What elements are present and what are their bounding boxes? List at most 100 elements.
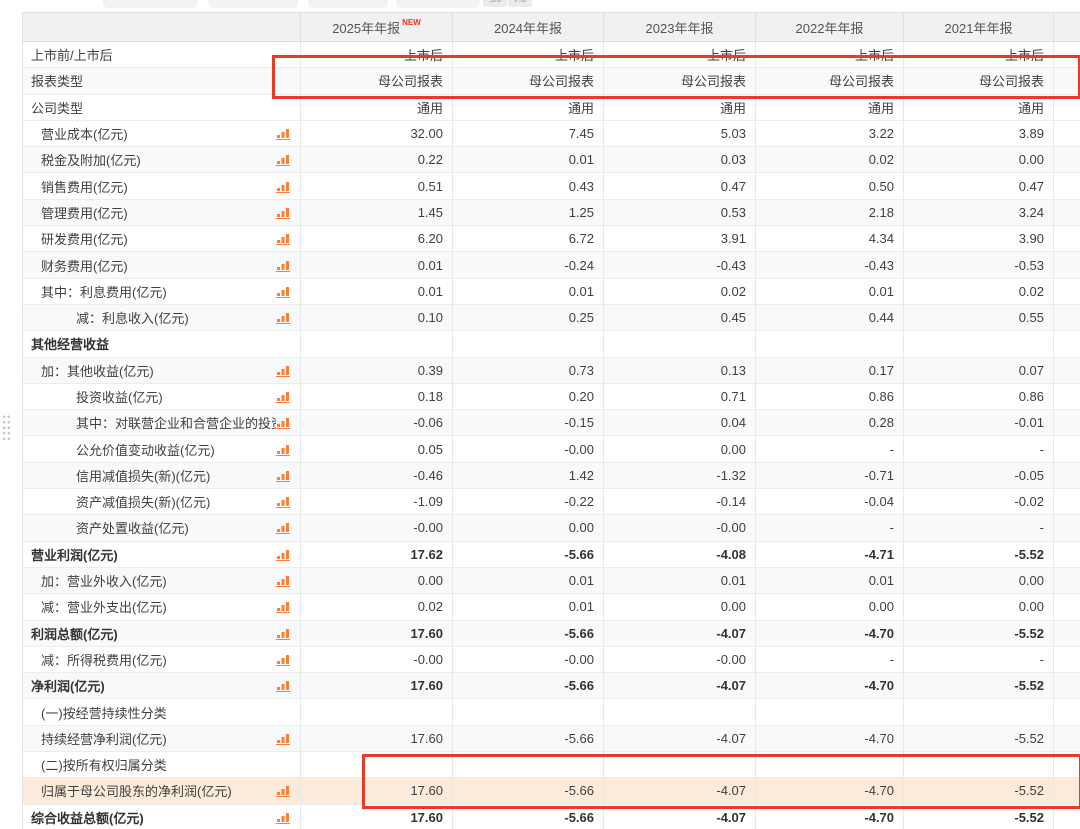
- drag-handle-icon[interactable]: [2, 414, 11, 441]
- value-cell: [301, 331, 453, 356]
- row-label-cell: 持续经营净利润(亿元): [23, 726, 301, 751]
- row-label: 加：其他收益(亿元): [23, 361, 154, 380]
- value-cell: [756, 331, 904, 356]
- toolbar-button[interactable]: [396, 0, 480, 8]
- table-row: 研发费用(亿元)6.206.723.914.343.90: [23, 226, 1080, 252]
- bar-chart-icon[interactable]: [276, 127, 290, 140]
- row-label-cell: 研发费用(亿元): [23, 226, 301, 251]
- row-label-cell: 其中：利息费用(亿元): [23, 279, 301, 304]
- table-row: 上市前/上市后上市后上市后上市后上市后上市后: [23, 42, 1080, 68]
- value-cell: 母公司报表: [604, 68, 756, 93]
- value-cell: 0.00: [453, 515, 604, 540]
- toolbar-button[interactable]: [308, 0, 388, 8]
- header-cell-period[interactable]: 2021年年报: [904, 13, 1054, 41]
- row-label: 其他经营收益: [23, 334, 109, 353]
- row-label: 公允价值变动收益(亿元): [23, 440, 215, 459]
- row-label-cell: 减：利息收入(亿元): [23, 305, 301, 330]
- value-cell: -4.07: [604, 726, 756, 751]
- clipped-cell: [1054, 305, 1080, 330]
- row-label-cell: 资产减值损失(新)(亿元): [23, 489, 301, 514]
- bar-chart-icon[interactable]: [276, 627, 290, 640]
- bar-chart-icon[interactable]: [276, 600, 290, 613]
- bar-chart-icon[interactable]: [276, 495, 290, 508]
- header-cell-period[interactable]: 2024年年报: [453, 13, 604, 41]
- row-label-cell: 其中：对联营企业和合营企业的投资...: [23, 410, 301, 435]
- bar-chart-icon[interactable]: [276, 364, 290, 377]
- value-cell: 2.18: [756, 200, 904, 225]
- bar-chart-icon[interactable]: [276, 521, 290, 534]
- header-cell-period[interactable]: 2022年年报: [756, 13, 904, 41]
- value-cell: 3.22: [756, 121, 904, 146]
- bar-chart-icon[interactable]: [276, 732, 290, 745]
- value-cell: 3.90: [904, 226, 1054, 251]
- bar-chart-icon[interactable]: [276, 469, 290, 482]
- value-cell: 0.00: [604, 594, 756, 619]
- value-cell: 0.07: [904, 358, 1054, 383]
- toolbar-badge[interactable]: .00: [483, 0, 507, 7]
- row-label-cell: 减：所得税费用(亿元): [23, 647, 301, 672]
- value-cell: -0.46: [301, 463, 453, 488]
- period-label: 2022年年报: [796, 18, 864, 37]
- value-cell: 0.73: [453, 358, 604, 383]
- value-cell: 0.01: [453, 279, 604, 304]
- value-cell: -: [756, 515, 904, 540]
- bar-chart-icon[interactable]: [276, 811, 290, 824]
- value-cell: -5.66: [453, 805, 604, 829]
- value-cell: [904, 331, 1054, 356]
- toolbar-button[interactable]: [103, 0, 198, 8]
- row-label: 持续经营净利润(亿元): [23, 729, 167, 748]
- header-cell-period[interactable]: 2023年年报: [604, 13, 756, 41]
- header-cell-empty: [23, 13, 301, 41]
- toolbar-button[interactable]: [208, 0, 298, 8]
- bar-chart-icon[interactable]: [276, 285, 290, 298]
- clipped-cell: [1054, 463, 1080, 488]
- bar-chart-icon[interactable]: [276, 416, 290, 429]
- bar-chart-icon[interactable]: [276, 653, 290, 666]
- row-label-cell: 减：营业外支出(亿元): [23, 594, 301, 619]
- clipped-cell: [1054, 331, 1080, 356]
- clipped-cell: [1054, 542, 1080, 567]
- value-cell: 17.60: [301, 726, 453, 751]
- value-cell: -4.70: [756, 673, 904, 698]
- bar-chart-icon[interactable]: [276, 259, 290, 272]
- bar-chart-icon[interactable]: [276, 311, 290, 324]
- bar-chart-icon[interactable]: [276, 574, 290, 587]
- row-label-cell: 管理费用(亿元): [23, 200, 301, 225]
- value-cell: 0.02: [904, 279, 1054, 304]
- value-cell: -0.43: [756, 252, 904, 277]
- value-cell: -5.66: [453, 673, 604, 698]
- row-label: 公司类型: [23, 98, 83, 117]
- value-cell: 17.60: [301, 805, 453, 829]
- bar-chart-icon[interactable]: [276, 443, 290, 456]
- row-label-cell: 加：营业外收入(亿元): [23, 568, 301, 593]
- value-cell: -5.66: [453, 542, 604, 567]
- row-label: 信用减值损失(新)(亿元): [23, 466, 210, 485]
- value-cell: -4.70: [756, 778, 904, 803]
- bar-chart-icon[interactable]: [276, 232, 290, 245]
- clipped-cell: [1054, 778, 1080, 803]
- bar-chart-icon[interactable]: [276, 548, 290, 561]
- bar-chart-icon[interactable]: [276, 180, 290, 193]
- clipped-cell: [1054, 699, 1080, 724]
- value-cell: [756, 752, 904, 777]
- bar-chart-icon[interactable]: [276, 679, 290, 692]
- row-label-cell: 财务费用(亿元): [23, 252, 301, 277]
- value-cell: 0.50: [756, 173, 904, 198]
- table-row: 其中：利息费用(亿元)0.010.010.020.010.02: [23, 279, 1080, 305]
- value-cell: -0.43: [604, 252, 756, 277]
- bar-chart-icon[interactable]: [276, 206, 290, 219]
- value-cell: 0.44: [756, 305, 904, 330]
- header-cell-period[interactable]: 2025年年报NEW: [301, 13, 453, 41]
- value-cell: 0.01: [756, 279, 904, 304]
- value-cell: 6.20: [301, 226, 453, 251]
- value-cell: -0.15: [453, 410, 604, 435]
- bar-chart-icon[interactable]: [276, 784, 290, 797]
- value-cell: 0.00: [904, 594, 1054, 619]
- bar-chart-icon[interactable]: [276, 390, 290, 403]
- value-cell: 7.45: [453, 121, 604, 146]
- toolbar-badge[interactable]: 7.0: [508, 0, 532, 7]
- clipped-cell: [1054, 568, 1080, 593]
- table-row: (一)按经营持续性分类: [23, 699, 1080, 725]
- value-cell: 0.86: [904, 384, 1054, 409]
- bar-chart-icon[interactable]: [276, 153, 290, 166]
